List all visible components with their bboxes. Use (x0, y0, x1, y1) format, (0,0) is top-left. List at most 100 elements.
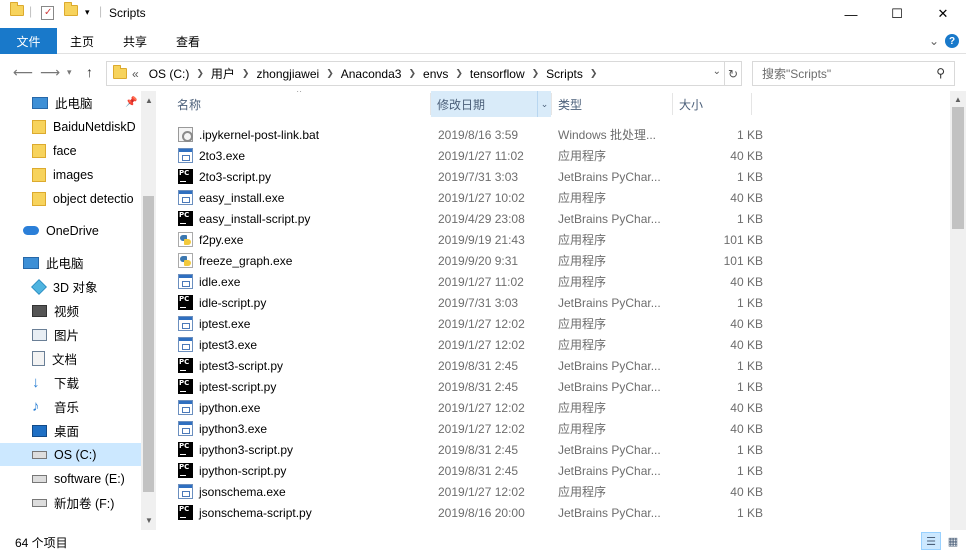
breadcrumb-anaconda3[interactable]: Anaconda3 (336, 67, 407, 81)
breadcrumb-tensorflow[interactable]: tensorflow (465, 67, 530, 81)
nav-item-face[interactable]: face (32, 139, 77, 162)
tab-home[interactable]: 主页 (70, 28, 94, 54)
file-name-cell[interactable]: 2to3.exe (178, 145, 245, 166)
chevron-right-icon[interactable]: ❯ (588, 68, 600, 79)
file-name-cell[interactable]: iptest3-script.py (178, 355, 283, 376)
breadcrumb-scripts[interactable]: Scripts (541, 67, 588, 81)
file-row[interactable]: iptest.exe 2019/1/27 12:02 应用程序 40 KB (170, 313, 930, 334)
file-name-cell[interactable]: idle.exe (178, 271, 240, 292)
address-bar[interactable]: « OS (C:) ❯ 用户 ❯ zhongjiawei ❯ Anaconda3… (106, 61, 742, 86)
file-row[interactable]: iptest-script.py 2019/8/31 2:45 JetBrains … (170, 376, 930, 397)
chevron-right-icon[interactable]: ❯ (240, 68, 252, 79)
large-icons-view-button[interactable]: ▦ (943, 532, 963, 550)
file-name-cell[interactable]: freeze_graph.exe (178, 250, 292, 271)
file-row[interactable]: ipython-script.py 2019/8/31 2:45 JetBrains… (170, 460, 930, 481)
file-name-cell[interactable]: iptest3.exe (178, 334, 257, 355)
nav-scrollbar-thumb[interactable] (143, 196, 154, 492)
address-dropdown-icon[interactable]: ⌄ (713, 66, 721, 77)
forward-button[interactable]: ⟶ (40, 64, 60, 81)
file-row[interactable]: iptest3-script.py 2019/8/31 2:45 JetBrains… (170, 355, 930, 376)
file-row[interactable]: ipython3-script.py 2019/8/31 2:45 JetBrain… (170, 439, 930, 460)
file-name-cell[interactable]: ipython3-script.py (178, 439, 293, 460)
back-button[interactable]: ⟵ (13, 64, 33, 81)
nav-item-onedrive[interactable]: OneDrive (23, 219, 99, 242)
breadcrumb-users[interactable]: 用户 (206, 65, 240, 82)
chevron-right-icon[interactable]: ❯ (324, 68, 336, 79)
file-name-cell[interactable]: ipython3.exe (178, 418, 267, 439)
file-name-cell[interactable]: iptest-script.py (178, 376, 276, 397)
nav-item-baidunetdisk[interactable]: BaiduNetdiskD (32, 115, 136, 138)
nav-item-music[interactable]: ♪ 音乐 (32, 395, 79, 418)
file-name-cell[interactable]: easy_install.exe (178, 187, 284, 208)
breadcrumb-overflow[interactable]: « (127, 67, 144, 81)
chevron-right-icon[interactable]: ❯ (406, 68, 418, 79)
nav-item-downloads[interactable]: ↓ 下载 (32, 371, 79, 394)
details-view-button[interactable]: ☰ (921, 532, 941, 550)
file-row[interactable]: easy_install.exe 2019/1/27 10:02 应用程序 40 KB (170, 187, 930, 208)
nav-item-images[interactable]: images (32, 163, 93, 186)
pin-icon[interactable]: 📌 (125, 97, 137, 108)
recent-locations-dropdown[interactable]: ▾ (67, 67, 72, 78)
chevron-right-icon[interactable]: ❯ (453, 68, 465, 79)
customize-toolbar-dropdown[interactable]: ▾ (85, 7, 90, 18)
expand-ribbon-button[interactable]: ⌄ (929, 28, 939, 54)
file-row[interactable]: f2py.exe 2019/9/19 21:43 应用程序 101 KB (170, 229, 930, 250)
file-row[interactable]: jsonschema.exe 2019/1/27 12:02 应用程序 40 KB (170, 481, 930, 502)
file-list-scrollbar-thumb[interactable] (952, 107, 964, 229)
file-name-cell[interactable]: .ipykernel-post-link.bat (178, 124, 319, 145)
file-row[interactable]: .ipykernel-post-link.bat 2019/8/16 3:59 Wi… (170, 124, 930, 145)
chevron-right-icon[interactable]: ❯ (194, 68, 206, 79)
column-header-date[interactable]: 修改日期 ⌄ (431, 91, 551, 117)
breadcrumb-zhongjiawei[interactable]: zhongjiawei (251, 67, 324, 81)
help-button[interactable]: ? (945, 34, 959, 48)
nav-scroll-down-arrow[interactable]: ▼ (145, 516, 153, 525)
file-name-cell[interactable]: ipython-script.py (178, 460, 286, 481)
file-row[interactable]: iptest3.exe 2019/1/27 12:02 应用程序 40 KB (170, 334, 930, 355)
nav-item-new-volume-f[interactable]: 新加卷 (F:) (32, 491, 114, 514)
maximize-button[interactable]: ☐ (874, 0, 920, 28)
column-header-size[interactable]: 大小 (673, 91, 751, 117)
column-header-type[interactable]: 类型 (552, 91, 672, 117)
nav-item-documents[interactable]: 文档 (32, 347, 77, 370)
nav-item-os-c[interactable]: OS (C:) (0, 443, 141, 466)
file-name-cell[interactable]: f2py.exe (178, 229, 243, 250)
column-filter-dropdown-icon[interactable]: ⌄ (537, 91, 551, 117)
file-row[interactable]: 2to3.exe 2019/1/27 11:02 应用程序 40 KB (170, 145, 930, 166)
column-separator[interactable] (751, 93, 752, 115)
nav-item-this-pc-pinned[interactable]: 此电脑 📌 (32, 91, 137, 114)
tab-view[interactable]: 查看 (176, 28, 200, 54)
file-row[interactable]: idle.exe 2019/1/27 11:02 应用程序 40 KB (170, 271, 930, 292)
file-name-cell[interactable]: easy_install-script.py (178, 208, 310, 229)
nav-item-videos[interactable]: 视频 (32, 299, 79, 322)
file-name-cell[interactable]: iptest.exe (178, 313, 250, 334)
tab-share[interactable]: 共享 (123, 28, 147, 54)
search-input[interactable]: 搜索"Scripts" ⚲ (752, 61, 955, 86)
up-button[interactable]: ↑ (86, 64, 93, 80)
search-icon[interactable]: ⚲ (936, 66, 945, 80)
tab-file[interactable]: 文件 (0, 28, 57, 54)
new-folder-button[interactable] (64, 2, 78, 16)
column-header-name[interactable]: 名称 ^ (160, 91, 430, 117)
properties-button[interactable]: ✓ (41, 6, 54, 20)
nav-item-3d-objects[interactable]: 3D 对象 (31, 275, 97, 298)
file-row[interactable]: 2to3-script.py 2019/7/31 3:03 JetBrains Py… (170, 166, 930, 187)
nav-item-pictures[interactable]: 图片 (32, 323, 79, 346)
file-name-cell[interactable]: jsonschema.exe (178, 481, 286, 502)
nav-item-desktop[interactable]: 桌面 (32, 419, 79, 442)
file-name-cell[interactable]: jsonschema-script.py (178, 502, 312, 523)
file-name-cell[interactable]: idle-script.py (178, 292, 266, 313)
chevron-right-icon[interactable]: ❯ (530, 68, 542, 79)
file-row[interactable]: ipython3.exe 2019/1/27 12:02 应用程序 40 KB (170, 418, 930, 439)
file-name-cell[interactable]: ipython.exe (178, 397, 260, 418)
file-row[interactable]: idle-script.py 2019/7/31 3:03 JetBrains Py… (170, 292, 930, 313)
breadcrumb-envs[interactable]: envs (418, 67, 453, 81)
file-row[interactable]: jsonschema-script.py 2019/8/16 20:00 JetBr… (170, 502, 930, 523)
file-row[interactable]: ipython.exe 2019/1/27 12:02 应用程序 40 KB (170, 397, 930, 418)
nav-item-software-e[interactable]: software (E:) (32, 467, 125, 490)
nav-item-object-detection[interactable]: object detectio (32, 187, 134, 210)
scroll-up-arrow[interactable]: ▲ (954, 95, 962, 104)
nav-scroll-up-arrow[interactable]: ▲ (145, 96, 153, 105)
nav-item-this-pc[interactable]: 此电脑 (23, 251, 84, 274)
refresh-button[interactable]: ↻ (724, 61, 742, 86)
file-row[interactable]: easy_install-script.py 2019/4/29 23:08 Jet… (170, 208, 930, 229)
